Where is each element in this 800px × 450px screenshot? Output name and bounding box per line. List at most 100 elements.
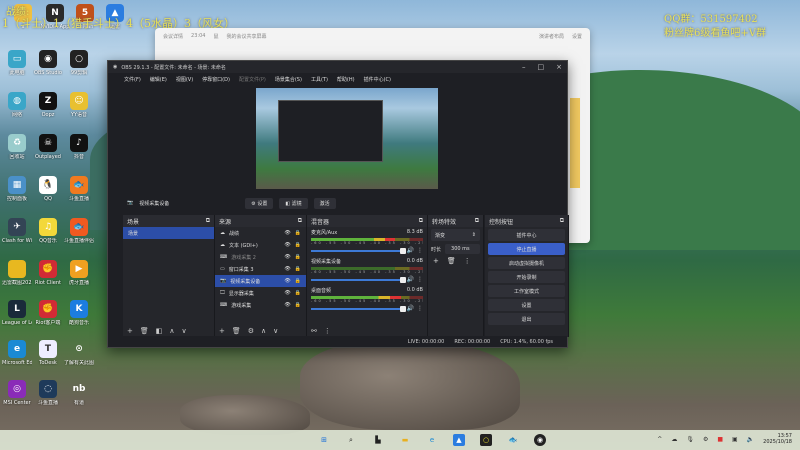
add-icon[interactable]: + [433, 257, 439, 265]
source-filters-button[interactable]: ◧ 滤镜 [279, 197, 308, 209]
close-button[interactable]: × [556, 63, 562, 71]
desktop-icon[interactable]: ♫ QQ音乐 [33, 218, 63, 244]
desktop-icon[interactable]: 🐟 斗鱼直播伴侣 [64, 218, 94, 244]
file-explorer-icon[interactable]: ▬ [399, 434, 411, 446]
filter-icon[interactable]: ◧ [156, 327, 163, 335]
source-item[interactable]: ⌨ 游戏采集 👁 🔒 [215, 299, 306, 311]
chevron-up-icon[interactable]: ^ [657, 436, 662, 443]
lock-icon[interactable]: 🔒 [295, 254, 301, 260]
desktop-icon[interactable]: ☠ Outplayed [33, 134, 63, 160]
menu-item[interactable]: 文件(F) [124, 76, 141, 83]
duration-input[interactable]: 300 ms [445, 244, 480, 254]
float-icon[interactable]: ⧉ [298, 217, 302, 225]
desktop-icon[interactable]: 🐧 QQ [33, 176, 63, 202]
search-icon[interactable]: ⌕ [345, 434, 357, 446]
gear-icon[interactable]: ⚙ [703, 436, 708, 443]
source-item[interactable]: 🖵 显示器采集 👁 🔒 [215, 287, 306, 299]
desktop-icon[interactable]: 🐟 斗鱼直播 [64, 176, 94, 202]
lock-icon[interactable]: 🔒 [295, 290, 301, 296]
lock-icon[interactable]: 🔒 [295, 302, 301, 308]
desktop-icon[interactable]: L League of Legends [2, 300, 32, 326]
float-icon[interactable]: ⧉ [419, 217, 423, 225]
deactivate-button[interactable]: 激活 [313, 197, 336, 209]
down-icon[interactable]: ∨ [182, 327, 187, 335]
desktop-icon[interactable]: e Microsoft Edge [2, 340, 32, 366]
desktop-icon[interactable]: ▦ 控制面板 [2, 176, 32, 202]
cloud-icon[interactable]: ☁ [671, 436, 677, 443]
source-item[interactable]: ☁ 文本 (GDI+) 👁 🔒 [215, 239, 306, 251]
speaker-icon[interactable]: 🔊 [407, 305, 414, 312]
add-icon[interactable]: + [219, 327, 225, 335]
more-icon[interactable]: ⋮ [464, 257, 471, 265]
mic-icon[interactable]: 🎙 [686, 436, 694, 443]
up-icon[interactable]: ∧ [261, 327, 266, 335]
app-tray-icon[interactable]: ■ [717, 436, 723, 443]
network-icon[interactable]: ▣ [732, 436, 738, 443]
transition-select[interactable]: 渐变 ⇕ [431, 229, 480, 241]
desktop-icon[interactable]: ◉ OBS Studio [33, 50, 63, 76]
lock-icon[interactable]: 🔒 [295, 242, 301, 248]
add-icon[interactable]: + [127, 327, 133, 335]
desktop-icon[interactable]: Z Oopz [33, 92, 63, 118]
up-icon[interactable]: ∧ [169, 327, 174, 335]
meeting-toolbar-item[interactable]: 23:04 [191, 33, 205, 39]
desktop-icon[interactable]: nb 有道 [64, 380, 94, 406]
clock[interactable]: 13:57 2025/10/18 [763, 433, 792, 445]
obs-taskbar-icon[interactable]: ◉ [534, 434, 546, 446]
desktop-icon[interactable]: K 酷狗音乐 [64, 300, 94, 326]
menu-item[interactable]: 编辑(E) [150, 76, 167, 83]
menu-item[interactable]: 停靠窗口(D) [202, 76, 230, 83]
control-button[interactable]: 退出 [488, 313, 565, 325]
meeting-toolbar-item[interactable]: 我的会议共享屏幕 [226, 33, 266, 40]
link-icon[interactable]: ⚯ [311, 327, 317, 335]
desktop-icon[interactable]: ⊙ 了解有关此图片的信息 [64, 340, 94, 366]
desktop-icon[interactable]: ○ 99剪辑 [64, 50, 94, 76]
meeting-toolbar-item[interactable]: 设置 [572, 33, 582, 40]
trash-icon[interactable]: 🗑 [447, 257, 456, 265]
minimize-button[interactable]: – [522, 63, 526, 71]
control-button[interactable]: 工作室模式 [488, 285, 565, 297]
eye-icon[interactable]: 👁 [284, 254, 290, 260]
float-icon[interactable]: ⧉ [206, 217, 210, 225]
trash-icon[interactable]: 🗑 [140, 327, 149, 335]
more-icon[interactable]: ⋮ [417, 305, 423, 312]
desktop-icon[interactable]: ♻ 回收站 [2, 134, 32, 160]
desktop-icon[interactable]: ✈ Clash for Windows [2, 218, 32, 244]
volume-slider[interactable] [311, 247, 406, 254]
task-view-icon[interactable]: ▙ [372, 434, 384, 446]
desktop-icon[interactable]: T ToDesk [33, 340, 63, 366]
control-button[interactable]: 开始录制 [488, 271, 565, 283]
source-item[interactable]: ▭ 窗口采集 3 👁 🔒 [215, 263, 306, 275]
preview-canvas[interactable] [256, 88, 438, 189]
desktop-icon[interactable]: ▶ 虎牙直播 [64, 260, 94, 286]
start-icon[interactable]: ⊞ [318, 434, 330, 446]
eye-icon[interactable]: 👁 [284, 242, 290, 248]
desktop-icon[interactable]: ☺ YY语音 [64, 92, 94, 118]
source-item[interactable]: ⌨ 游戏采集 2 👁 🔒 [215, 251, 306, 263]
meeting-toolbar-item[interactable]: 会议详情 [163, 33, 183, 40]
float-icon[interactable]: ⧉ [475, 217, 479, 225]
eye-icon[interactable]: 👁 [284, 302, 290, 308]
desktop-icon[interactable]: ✊ Riot Client [33, 260, 63, 286]
slider-knob[interactable] [399, 276, 406, 283]
slider-knob[interactable] [399, 247, 406, 254]
source-settings-button[interactable]: ⚙ 设置 [245, 197, 274, 209]
control-button[interactable]: 启动虚拟摄像机 [488, 257, 565, 269]
volume-slider[interactable] [311, 276, 406, 283]
menu-item[interactable]: 场景集合(S) [275, 76, 302, 83]
eye-icon[interactable]: 👁 [284, 278, 290, 284]
eye-icon[interactable]: 👁 [284, 230, 290, 236]
desktop-icon[interactable]: ◎ MSI Center [2, 380, 32, 406]
lock-icon[interactable]: 🔒 [295, 278, 301, 284]
desktop-icon[interactable]: ♪ 抖音 [64, 134, 94, 160]
eye-icon[interactable]: 👁 [284, 290, 290, 296]
more-icon[interactable]: ⋮ [324, 327, 331, 335]
meeting-app-icon[interactable]: ▲ [453, 434, 465, 446]
menu-item[interactable]: 帮助(H) [337, 76, 355, 83]
gear-icon[interactable]: ⚙ [248, 327, 254, 335]
meeting-toolbar-item[interactable]: 鼠 [213, 33, 218, 40]
volume-slider[interactable] [311, 305, 406, 312]
maximize-button[interactable]: □ [538, 63, 545, 71]
eye-icon[interactable]: 👁 [284, 266, 290, 272]
volume-icon[interactable]: 🔈 [747, 436, 754, 443]
